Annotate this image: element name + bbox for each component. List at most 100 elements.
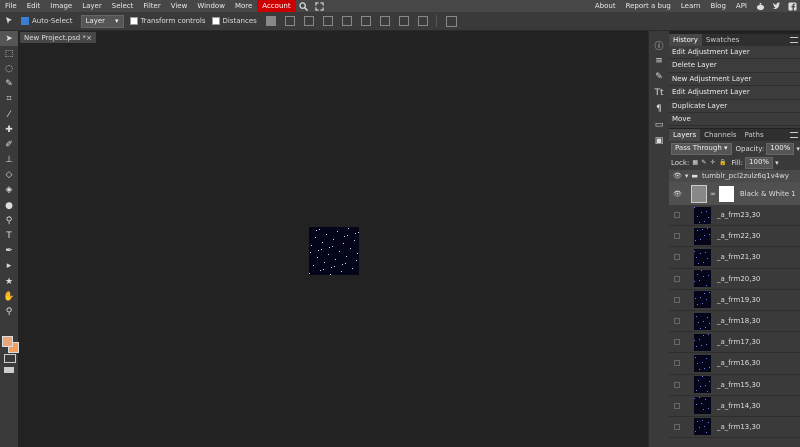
transform-controls-checkbox[interactable]: Transform controls bbox=[129, 17, 206, 25]
brush-tool-icon[interactable]: ✐ bbox=[0, 137, 18, 152]
account-button[interactable]: Account bbox=[257, 0, 296, 12]
distances-checkbox[interactable]: Distances bbox=[211, 17, 257, 25]
paragraph-icon[interactable]: ¶ bbox=[649, 101, 669, 117]
layer-row[interactable]: _a_frm19,30 bbox=[669, 289, 800, 311]
tab-swatches[interactable]: Swatches bbox=[702, 34, 743, 46]
history-item[interactable]: Edit Adjustment Layer bbox=[669, 86, 800, 100]
menu-image[interactable]: Image bbox=[45, 0, 77, 12]
link-api[interactable]: API bbox=[731, 0, 752, 12]
menu-window[interactable]: Window bbox=[192, 0, 230, 12]
transform-controls-check[interactable] bbox=[129, 17, 138, 25]
move-tool-icon[interactable] bbox=[5, 16, 15, 26]
menu-select[interactable]: Select bbox=[107, 0, 139, 12]
properties-icon[interactable]: ≡ bbox=[649, 53, 669, 69]
visibility-toggle[interactable] bbox=[674, 360, 680, 367]
visibility-toggle[interactable] bbox=[674, 254, 680, 261]
menu-filter[interactable]: Filter bbox=[138, 0, 165, 12]
visibility-toggle[interactable] bbox=[674, 318, 680, 325]
auto-select-checkbox[interactable]: Auto-Select bbox=[21, 17, 73, 25]
layer-row[interactable]: _a_frm18,30 bbox=[669, 310, 800, 333]
eye-icon[interactable]: 👁 bbox=[673, 172, 682, 180]
image-icon[interactable]: ▣ bbox=[649, 133, 669, 149]
dodge-tool-icon[interactable]: ⚲ bbox=[0, 213, 18, 228]
search-icon[interactable] bbox=[299, 1, 309, 11]
link-learn[interactable]: Learn bbox=[676, 0, 706, 12]
move-tool-icon[interactable]: ➤ bbox=[0, 31, 18, 47]
eye-icon[interactable]: 👁 bbox=[673, 190, 683, 198]
reddit-icon[interactable] bbox=[755, 1, 765, 11]
lock-all-icon[interactable]: 🔒 bbox=[719, 160, 726, 166]
layer-select-dropdown[interactable]: Layer ▾ bbox=[80, 14, 124, 28]
link-blog[interactable]: Blog bbox=[705, 0, 730, 12]
marquee-tool-icon[interactable]: ⬚ bbox=[0, 46, 18, 61]
visibility-toggle[interactable] bbox=[674, 296, 680, 303]
crop-tool-icon[interactable]: ⌗ bbox=[0, 92, 18, 107]
bucket-tool-icon[interactable]: ◈ bbox=[0, 183, 18, 198]
tab-channels[interactable]: Channels bbox=[700, 129, 740, 141]
menu-file[interactable]: File bbox=[0, 0, 22, 12]
lock-pixels-icon[interactable]: ✎ bbox=[701, 160, 707, 166]
hand-tool-icon[interactable]: ✋ bbox=[0, 289, 18, 304]
visibility-toggle[interactable] bbox=[674, 275, 680, 282]
panel-menu-icon[interactable] bbox=[790, 37, 798, 43]
path-select-tool-icon[interactable]: ▸ bbox=[0, 259, 18, 274]
layer-row[interactable]: _a_frm23,30 bbox=[669, 205, 800, 227]
close-icon[interactable]: × bbox=[86, 34, 92, 42]
lock-transparency-icon[interactable]: ▦ bbox=[692, 160, 698, 166]
align-bottom-icon[interactable] bbox=[379, 16, 390, 26]
visibility-toggle[interactable] bbox=[674, 233, 680, 240]
align-left-icon[interactable] bbox=[284, 16, 295, 26]
info-icon[interactable]: ⓘ bbox=[649, 37, 669, 53]
align-middle-icon[interactable] bbox=[360, 16, 371, 26]
tab-layers[interactable]: Layers bbox=[669, 129, 701, 141]
layer-row[interactable]: _a_frm20,30 bbox=[669, 268, 800, 290]
visibility-toggle[interactable] bbox=[674, 339, 680, 346]
opacity-input[interactable]: 100% bbox=[766, 142, 795, 155]
menu-view[interactable]: View bbox=[166, 0, 193, 12]
tab-paths[interactable]: Paths bbox=[741, 129, 768, 141]
history-item[interactable]: Edit Adjustment Layer bbox=[669, 46, 800, 60]
align-top-icon[interactable] bbox=[341, 16, 352, 26]
visibility-toggle[interactable] bbox=[674, 381, 680, 388]
adjustment-layer-row[interactable]: 👁 ∞ Black & White 1 bbox=[669, 182, 800, 205]
document-canvas[interactable] bbox=[309, 227, 359, 275]
layer-row[interactable]: _a_frm16,30 bbox=[669, 353, 800, 375]
brush-settings-icon[interactable]: ✎ bbox=[649, 69, 669, 85]
blur-tool-icon[interactable]: ● bbox=[0, 198, 18, 213]
history-item[interactable]: Move bbox=[669, 112, 800, 127]
distribute-icon[interactable] bbox=[398, 16, 409, 26]
layer-row[interactable]: _a_frm22,30 bbox=[669, 226, 800, 248]
lock-position-icon[interactable]: ✛ bbox=[710, 160, 716, 166]
eyedropper-tool-icon[interactable]: ⁄ bbox=[0, 107, 18, 122]
quick-mask-icon[interactable] bbox=[4, 354, 16, 363]
panel-menu-icon[interactable] bbox=[790, 132, 798, 138]
distances-check[interactable] bbox=[211, 17, 220, 25]
eraser-tool-icon[interactable]: ◇ bbox=[0, 168, 18, 183]
healing-tool-icon[interactable]: ✚ bbox=[0, 122, 18, 137]
link-about[interactable]: About bbox=[590, 0, 621, 12]
menu-edit[interactable]: Edit bbox=[22, 0, 46, 12]
document-tab[interactable]: New Project.psd * × bbox=[20, 32, 96, 43]
layer-row[interactable]: _a_frm14,30 bbox=[669, 395, 800, 417]
visibility-toggle[interactable] bbox=[674, 402, 680, 409]
history-item[interactable]: Delete Layer bbox=[669, 59, 800, 73]
text-tool-icon[interactable]: T bbox=[0, 228, 18, 243]
link-report-bug[interactable]: Report a bug bbox=[621, 0, 676, 12]
grid-icon[interactable] bbox=[445, 15, 457, 27]
twitter-icon[interactable] bbox=[771, 1, 781, 11]
distribute-v-icon[interactable] bbox=[417, 16, 428, 26]
chevron-down-icon[interactable]: ▾ bbox=[775, 159, 779, 167]
blend-mode-dropdown[interactable]: Pass Through ▾ bbox=[671, 142, 732, 155]
menu-layer[interactable]: Layer bbox=[77, 0, 107, 12]
layer-row[interactable]: _a_frm15,30 bbox=[669, 374, 800, 396]
visibility-toggle[interactable] bbox=[674, 212, 680, 219]
layer-row[interactable]: _a_frm17,30 bbox=[669, 332, 800, 354]
layer-group-row[interactable]: 👁 ▾ ▬ tumblr_pcl2zulz6q1v4wy bbox=[669, 170, 800, 182]
chevron-down-icon[interactable]: ▾ bbox=[685, 172, 689, 180]
chevron-down-icon[interactable]: ▾ bbox=[796, 145, 800, 153]
lasso-tool-icon[interactable]: ◌ bbox=[0, 61, 18, 76]
quick-select-tool-icon[interactable]: ✎ bbox=[0, 77, 18, 92]
stamp-tool-icon[interactable]: ⊥ bbox=[0, 153, 18, 168]
history-item[interactable]: Duplicate Layer bbox=[669, 99, 800, 113]
pen-tool-icon[interactable]: ✒ bbox=[0, 244, 18, 259]
